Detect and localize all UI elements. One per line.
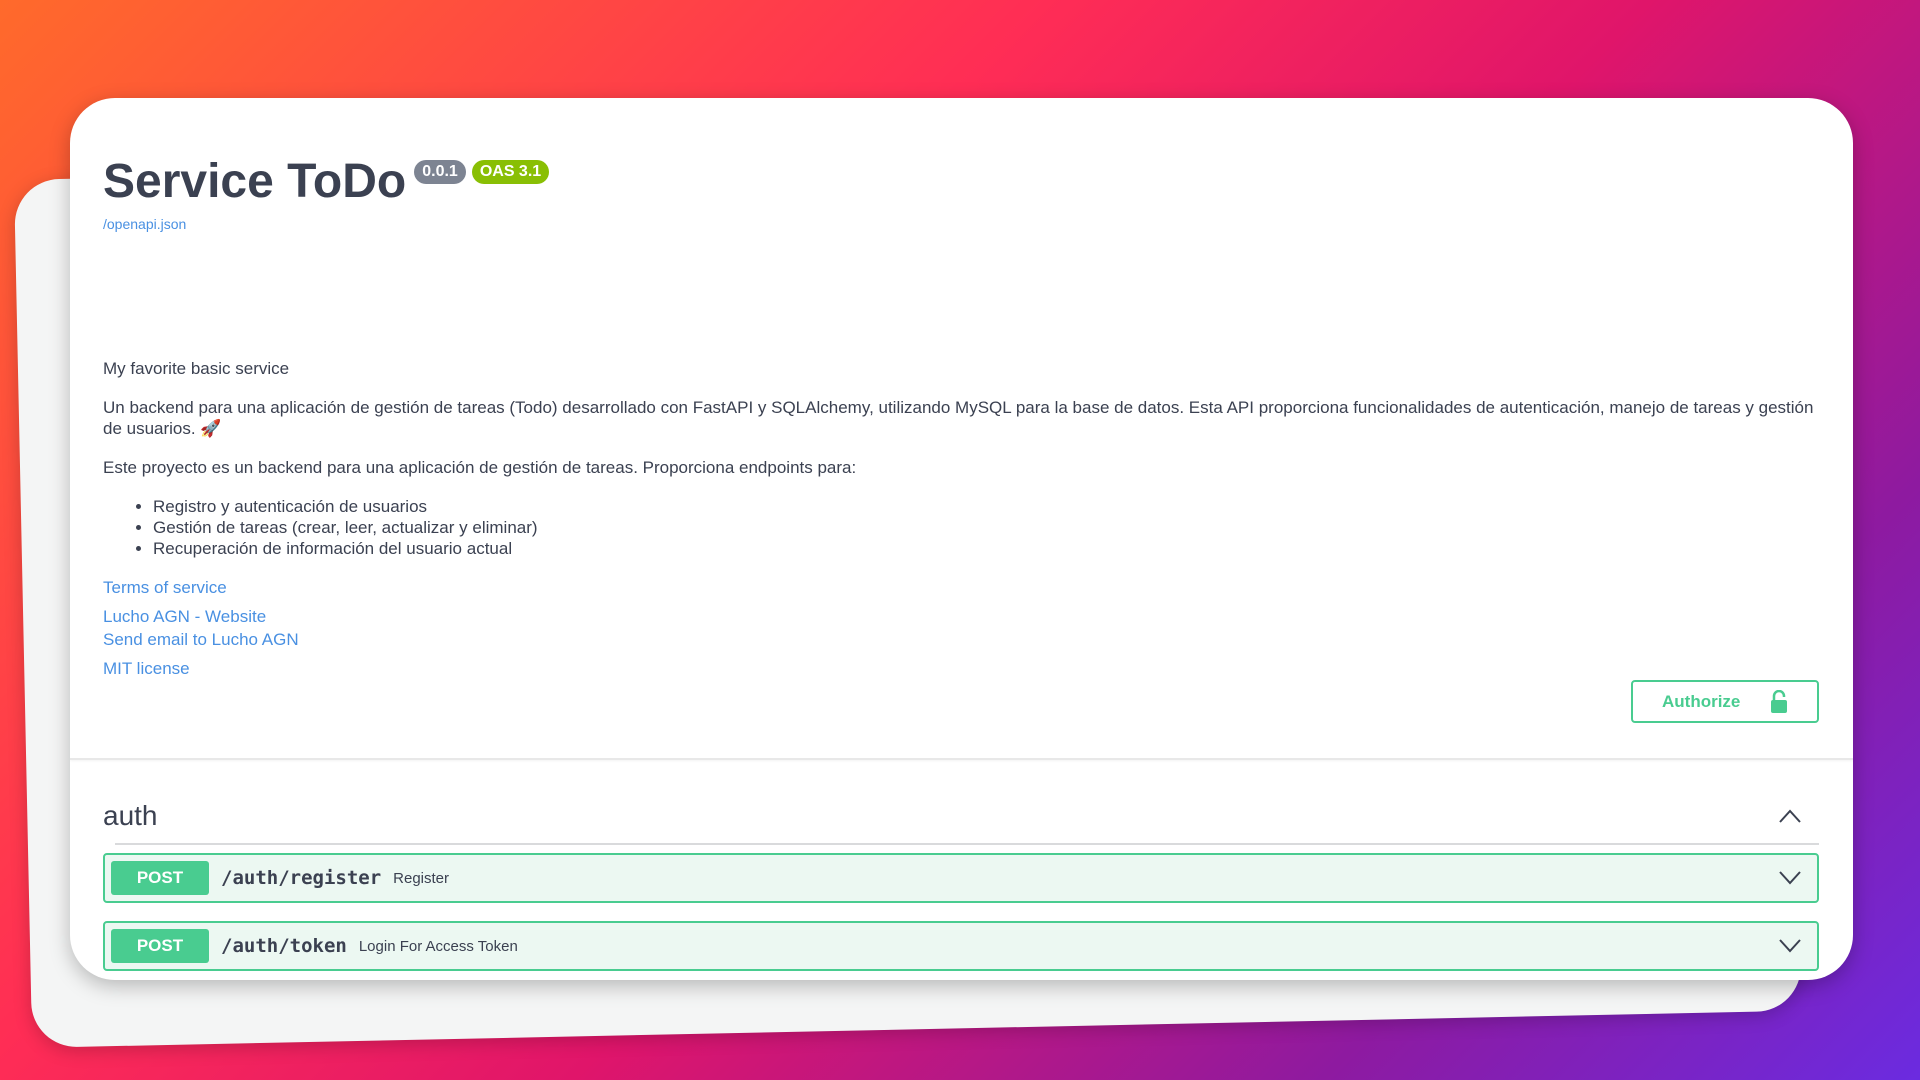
info-links: Terms of service Lucho AGN - Website Sen… — [103, 576, 299, 680]
authorize-button[interactable]: Authorize — [1631, 680, 1819, 723]
swagger-window: Service ToDo 0.0.1 OAS 3.1 /openapi.json… — [70, 98, 1853, 980]
description-text: Un backend para una aplicación de gestió… — [103, 398, 1814, 438]
oas-badge: OAS 3.1 — [471, 160, 550, 184]
list-item: Recuperación de información del usuario … — [153, 538, 1823, 559]
version-badge: 0.0.1 — [414, 160, 466, 184]
operation-auth-token[interactable]: POST /auth/token Login For Access Token — [103, 921, 1819, 971]
authorize-label: Authorize — [1662, 691, 1741, 711]
license-link[interactable]: MIT license — [103, 657, 299, 680]
tag-auth-header[interactable]: auth — [103, 788, 1819, 845]
page-title: Service ToDo 0.0.1 OAS 3.1 — [103, 154, 550, 209]
terms-of-service-link[interactable]: Terms of service — [103, 576, 299, 599]
info-section: Service ToDo 0.0.1 OAS 3.1 /openapi.json… — [70, 98, 1853, 760]
operation-summary: Register — [393, 869, 450, 887]
list-item: Registro y autenticación de usuarios — [153, 496, 1823, 517]
operation-path: /auth/register — [221, 867, 382, 889]
chevron-down-icon[interactable] — [1779, 939, 1801, 953]
operation-summary: Login For Access Token — [358, 937, 518, 955]
feature-list: Registro y autenticación de usuarios Ges… — [153, 496, 1823, 559]
operation-path: /auth/token — [221, 935, 347, 957]
method-badge: POST — [111, 861, 209, 895]
email-link[interactable]: Send email to Lucho AGN — [103, 628, 299, 651]
operation-auth-register[interactable]: POST /auth/register Register — [103, 853, 1819, 903]
website-link[interactable]: Lucho AGN - Website — [103, 605, 299, 628]
method-badge: POST — [111, 929, 209, 963]
description: My favorite basic service Un backend par… — [103, 358, 1823, 579]
chevron-down-icon[interactable] — [1779, 871, 1801, 885]
chevron-up-icon[interactable] — [1779, 809, 1801, 823]
openapi-json-link[interactable]: /openapi.json — [103, 216, 186, 232]
intro-text: Este proyecto es un backend para una apl… — [103, 458, 857, 477]
unlocked-icon — [1771, 689, 1788, 713]
title-text: Service ToDo — [103, 155, 407, 208]
summary-text: My favorite basic service — [103, 359, 290, 378]
list-item: Gestión de tareas (crear, leer, actualiz… — [153, 517, 1823, 538]
tag-name: auth — [103, 799, 158, 831]
